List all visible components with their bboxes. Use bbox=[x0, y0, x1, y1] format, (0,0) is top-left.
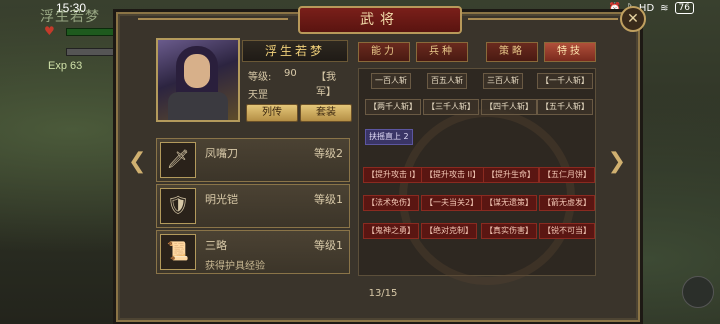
skill-tag[interactable]: 【提升攻击 II】 bbox=[421, 167, 485, 183]
skill-tag[interactable]: 【四千人斩】 bbox=[481, 99, 537, 115]
general-dialog: 武将 ✕ ❮ ❯ 浮生若梦 等级: 90 【我军】 天罡 列传 套装 🗡 凤嘴刀… bbox=[116, 6, 646, 322]
skill-tag[interactable]: 【三千人斩】 bbox=[423, 99, 479, 115]
skill-tag[interactable]: 三百人斩 bbox=[483, 73, 523, 89]
equipment-desc: 获得护具经验 bbox=[205, 261, 265, 272]
skill-tag[interactable]: 扶摇直上 2 bbox=[365, 129, 413, 145]
hud-exp: Exp 63 bbox=[48, 60, 82, 72]
hud-player-name: 浮生若梦 bbox=[40, 9, 100, 25]
tab-strategy[interactable]: 策略 bbox=[486, 42, 538, 62]
page-indicator: 13/15 bbox=[368, 288, 398, 299]
suit-button[interactable]: 套装 bbox=[300, 104, 352, 122]
skill-tag[interactable]: 【五仁月饼】 bbox=[539, 167, 595, 183]
title-ornament-right bbox=[468, 18, 618, 20]
skill-tag[interactable]: 【锐不可当】 bbox=[539, 223, 595, 239]
skill-tag[interactable]: 【提升攻击 I】 bbox=[363, 167, 424, 183]
equipment-slot-armor[interactable]: 🛡 明光铠 等级1 bbox=[156, 184, 350, 228]
skill-tag[interactable]: 【两千人斩】 bbox=[365, 99, 421, 115]
tab-troops[interactable]: 兵种 bbox=[416, 42, 468, 62]
title-ornament-left bbox=[138, 18, 288, 20]
equipment-slot-weapon[interactable]: 🗡 凤嘴刀 等级2 bbox=[156, 138, 350, 182]
hero-faction: 【我军】 bbox=[316, 72, 336, 98]
close-button[interactable]: ✕ bbox=[620, 6, 646, 32]
hero-title: 天罡 bbox=[248, 90, 268, 101]
skill-tag[interactable]: 【谋无遗策】 bbox=[481, 195, 537, 211]
prev-arrow-button[interactable]: ❮ bbox=[128, 149, 146, 174]
portrait-body bbox=[168, 92, 228, 120]
hero-level-label: 等级: bbox=[248, 72, 272, 83]
tab-ability[interactable]: 能力 bbox=[358, 42, 410, 62]
exp-value: 63 bbox=[70, 60, 83, 72]
equipment-level: 等级2 bbox=[314, 147, 343, 160]
skill-tag[interactable]: 【箭无虚发】 bbox=[539, 195, 595, 211]
equipment-level: 等级1 bbox=[314, 239, 343, 252]
skill-tag[interactable]: 【一夫当关2】 bbox=[421, 195, 483, 211]
equipment-name: 凤嘴刀 bbox=[205, 147, 238, 160]
hero-portrait bbox=[156, 38, 240, 122]
equipment-name: 明光铠 bbox=[205, 193, 238, 206]
skill-tag[interactable]: 【鬼神之勇】 bbox=[363, 223, 419, 239]
biography-button[interactable]: 列传 bbox=[246, 104, 298, 122]
equipment-name: 三略 bbox=[205, 239, 227, 252]
exp-label: Exp bbox=[48, 60, 67, 72]
skill-tag[interactable]: 【绝对克制】 bbox=[421, 223, 477, 239]
tab-special-skills[interactable]: 特技 bbox=[544, 42, 596, 62]
skill-tag[interactable]: 一百人斩 bbox=[371, 73, 411, 89]
wifi-icon: ≋ bbox=[660, 2, 669, 14]
tab-bar: 能力 兵种 策略 特技 bbox=[358, 42, 596, 62]
portrait-face bbox=[184, 54, 210, 88]
hero-level: 90 bbox=[284, 68, 297, 79]
armor-icon: 🛡 bbox=[160, 188, 196, 224]
heart-icon: ♥ bbox=[44, 24, 55, 38]
skill-tag[interactable]: 【法术免伤】 bbox=[363, 195, 419, 211]
hero-name: 浮生若梦 bbox=[242, 40, 348, 62]
book-icon: 📜 bbox=[160, 234, 196, 270]
skill-tag[interactable]: 【五千人斩】 bbox=[537, 99, 593, 115]
dialog-title: 武将 bbox=[298, 6, 462, 34]
skill-tag[interactable]: 【提升生命】 bbox=[483, 167, 539, 183]
skill-tag[interactable]: 【真实伤害】 bbox=[481, 223, 537, 239]
skill-tag[interactable]: 百五人斩 bbox=[427, 73, 467, 89]
menu-round-button[interactable] bbox=[682, 276, 714, 308]
skills-panel: 一百人斩 百五人斩 三百人斩 【一千人斩】 【两千人斩】 【三千人斩】 【四千人… bbox=[358, 68, 596, 285]
equipment-slot-book[interactable]: 📜 三略 等级1 获得护具经验 bbox=[156, 230, 350, 274]
battery-indicator: 76 bbox=[674, 2, 694, 14]
next-arrow-button[interactable]: ❯ bbox=[608, 149, 626, 174]
weapon-icon: 🗡 bbox=[160, 142, 196, 178]
equipment-level: 等级1 bbox=[314, 193, 343, 206]
skill-tag[interactable]: 【一千人斩】 bbox=[537, 73, 593, 89]
hero-card: 浮生若梦 等级: 90 【我军】 天罡 列传 套装 bbox=[156, 38, 352, 124]
